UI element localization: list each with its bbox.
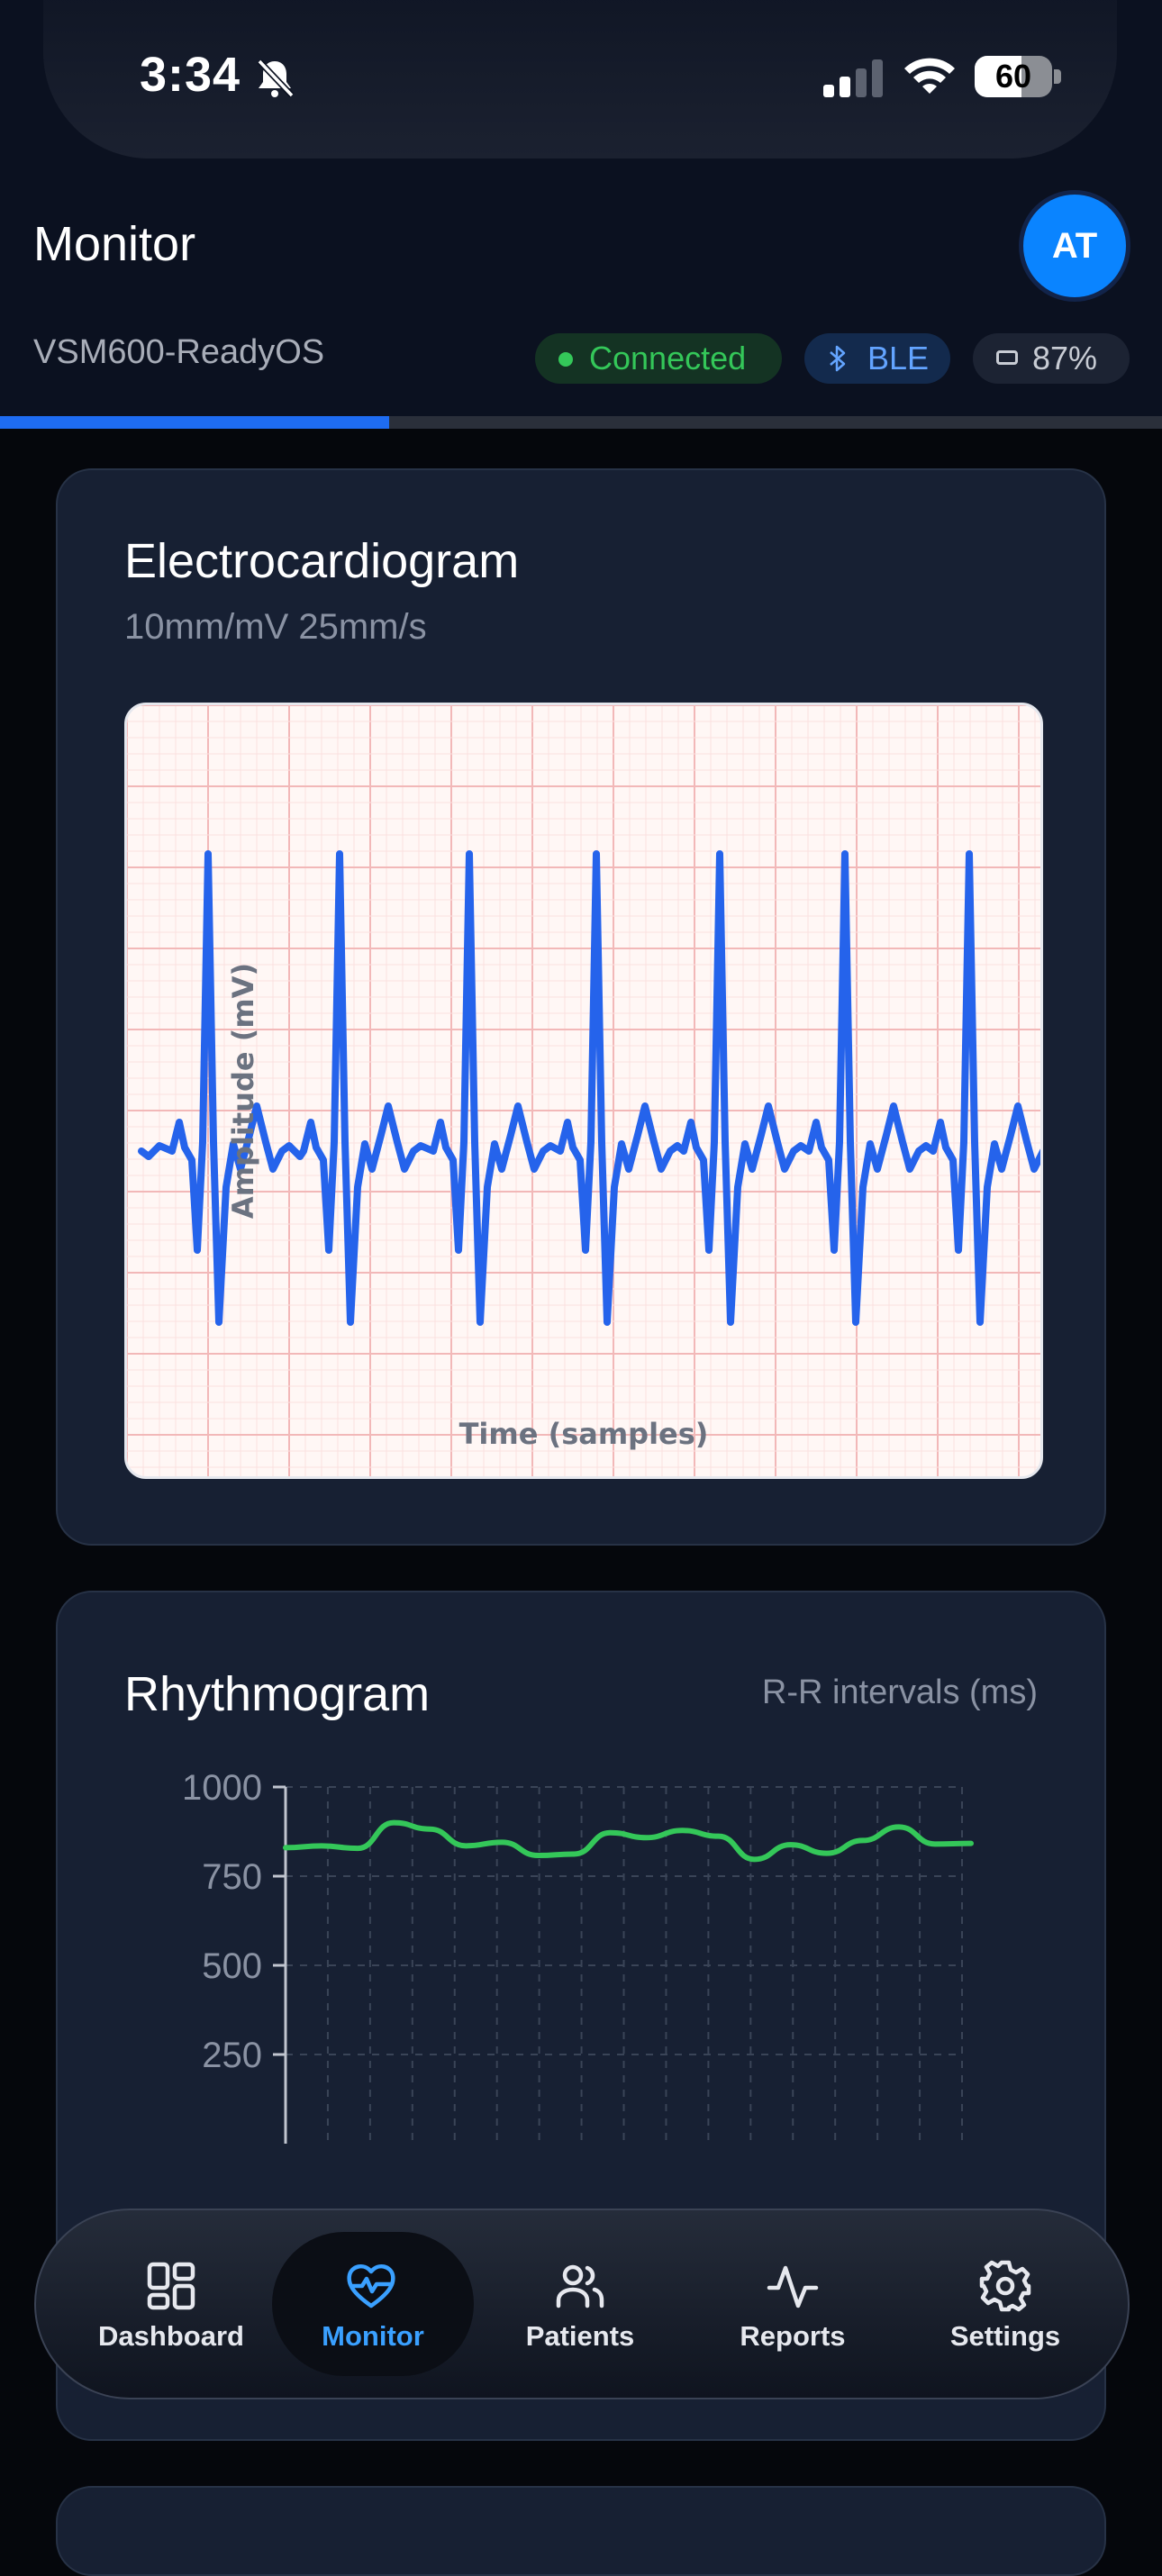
rr-y-tick-label: 1000	[182, 1768, 262, 1808]
rr-y-tick-label: 500	[202, 1946, 262, 1986]
cellular-signal-icon	[823, 59, 883, 97]
page-title: Monitor	[33, 217, 196, 271]
rhythmogram-card-subtitle: R-R intervals (ms)	[761, 1673, 1038, 1711]
rr-interval-line	[283, 1819, 974, 1863]
top-app-bar: 3:34 60 Monitor AT VSM600-ReadyOS Connec…	[0, 0, 1162, 429]
tab-dashboard-label: Dashboard	[98, 2320, 244, 2352]
battery-icon	[996, 350, 1018, 365]
connection-status-badge: Connected	[535, 333, 782, 384]
tab-patients[interactable]: Patients	[481, 2210, 679, 2398]
sync-progress-bar	[0, 416, 1162, 429]
transport-badge: BLE	[804, 333, 950, 384]
device-name: VSM600-ReadyOS	[33, 333, 325, 371]
tab-monitor-label: Monitor	[322, 2320, 424, 2352]
dashboard-icon	[147, 2262, 195, 2310]
tab-monitor[interactable]: Monitor	[272, 2232, 474, 2376]
bottom-tab-bar: Dashboard Monitor Patients Reports Setti…	[34, 2209, 1130, 2399]
bell-slash-icon	[257, 59, 295, 98]
phone-battery-level: 60	[994, 58, 1032, 95]
ecg-card: Electrocardiogram 10mm/mV 25mm/s Time (s…	[56, 468, 1106, 1546]
tab-settings-label: Settings	[949, 2320, 1061, 2352]
device-battery-label: 87%	[1032, 340, 1098, 376]
ecg-card-subtitle: 10mm/mV 25mm/s	[124, 607, 427, 647]
phone-battery-indicator: 60	[975, 56, 1061, 97]
ecg-x-axis-label: Time (samples)	[459, 1417, 709, 1451]
user-avatar[interactable]: AT	[1019, 190, 1130, 302]
gear-icon	[979, 2260, 1031, 2312]
device-battery-badge: 87%	[973, 333, 1130, 384]
tab-patients-label: Patients	[525, 2320, 635, 2352]
next-card	[56, 2486, 1106, 2576]
sync-progress-fill	[0, 416, 390, 429]
tab-reports[interactable]: Reports	[694, 2210, 892, 2398]
users-icon	[556, 2264, 604, 2308]
rr-y-tick-label: 250	[202, 2036, 262, 2075]
ecg-chart: Time (samples) Amplitude (mV)	[124, 703, 1043, 1479]
rhythmogram-card-title: Rhythmogram	[124, 1667, 431, 1721]
tab-reports-label: Reports	[740, 2320, 846, 2352]
status-dot-icon	[558, 352, 573, 367]
tab-dashboard[interactable]: Dashboard	[72, 2210, 270, 2398]
ecg-card-title: Electrocardiogram	[124, 534, 520, 588]
tab-settings[interactable]: Settings	[906, 2210, 1104, 2398]
connection-status-label: Connected	[589, 340, 747, 376]
activity-icon	[767, 2265, 819, 2308]
heart-pulse-icon	[347, 2263, 395, 2308]
ecg-chart-svg: Time (samples) Amplitude (mV)	[127, 705, 1040, 1476]
status-time: 3:34	[140, 48, 241, 102]
transport-label: BLE	[867, 340, 930, 376]
rr-y-tick-label: 750	[202, 1857, 262, 1897]
bluetooth-icon	[830, 345, 846, 372]
ecg-y-axis-label: Amplitude (mV)	[226, 963, 260, 1219]
wifi-icon	[904, 58, 955, 94]
